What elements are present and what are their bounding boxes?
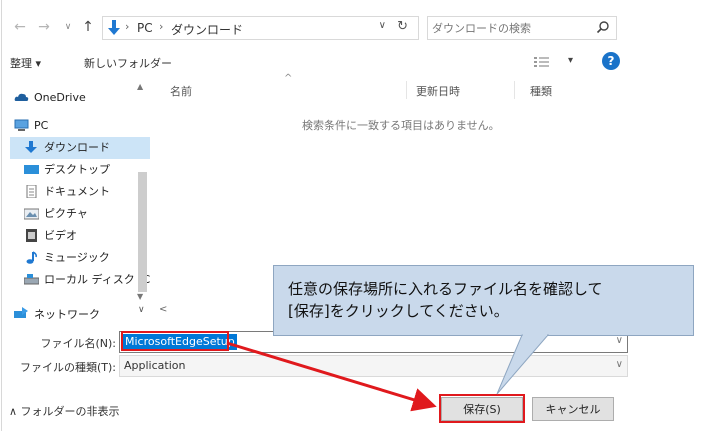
filetype-dropdown-icon[interactable]: ∨ — [616, 359, 623, 370]
column-modified[interactable]: 更新日時 — [416, 83, 460, 99]
music-icon — [26, 251, 37, 264]
scroll-down-icon[interactable]: ▼ — [137, 292, 143, 301]
search-input[interactable] — [432, 20, 587, 37]
up-button[interactable]: ↑ — [80, 18, 96, 36]
filetype-value: Application — [124, 359, 186, 372]
nav-item-pc[interactable]: PC — [10, 115, 150, 137]
disk-icon — [24, 274, 39, 285]
filetype-label: ファイルの種類(T): — [19, 361, 116, 374]
save-button-highlight — [439, 394, 525, 423]
column-type[interactable]: 種類 — [530, 83, 552, 99]
filename-label: ファイル名(N): — [40, 337, 116, 350]
new-folder-button[interactable]: 新しいフォルダー — [84, 55, 172, 71]
filename-highlight — [121, 331, 229, 351]
scroll-left-icon[interactable]: < — [159, 304, 167, 315]
column-name[interactable]: 名前 — [170, 83, 192, 99]
cloud-icon — [14, 93, 29, 101]
search-icon[interactable] — [596, 20, 610, 34]
filetype-select[interactable]: Application ∨ — [119, 355, 628, 377]
nav-item-downloads[interactable]: ダウンロード — [10, 137, 150, 159]
pictures-icon — [24, 208, 39, 220]
nav-pane-scrollbar[interactable]: ▲ ▼ — [135, 82, 150, 302]
address-bar[interactable]: › PC › ダウンロード ∨ ↻ — [102, 16, 419, 40]
address-dropdown-icon[interactable]: ∨ — [379, 20, 386, 31]
nav-item-pictures[interactable]: ピクチャ — [10, 203, 150, 225]
recent-dropdown-icon[interactable]: ∨ — [60, 18, 76, 36]
nav-item-documents[interactable]: ドキュメント — [10, 181, 150, 203]
view-dropdown-icon[interactable]: ▾ — [568, 55, 573, 66]
scroll-thumb[interactable] — [138, 172, 147, 292]
nav-item-local-disk[interactable]: ローカル ディスク (C — [10, 269, 150, 291]
desktop-icon — [24, 165, 39, 174]
computer-icon — [14, 119, 29, 131]
nav-item-music[interactable]: ミュージック — [10, 247, 150, 269]
nav-item-onedrive[interactable]: OneDrive — [10, 87, 150, 109]
callout-line-1: 任意の保存場所に入れるファイル名を確認して — [288, 280, 603, 298]
breadcrumb-downloads[interactable]: ダウンロード — [171, 21, 243, 38]
sort-indicator-icon: ^ — [284, 73, 293, 84]
help-button[interactable]: ? — [602, 52, 620, 70]
nav-item-desktop[interactable]: デスクトップ — [10, 159, 150, 181]
navigation-pane: OneDrive PC ダウンロード デスクトップ ドキュメント ピクチャ ビデ… — [10, 79, 150, 301]
save-as-dialog: ← → ∨ ↑ › PC › ダウンロード ∨ ↻ 整理 ▾ 新しいフォルダー — [1, 0, 628, 431]
file-list-header: 名前 ^ 更新日時 種類 — [152, 73, 628, 101]
cancel-button[interactable]: キャンセル — [532, 397, 614, 421]
video-icon — [26, 229, 37, 242]
view-options-icon[interactable] — [534, 56, 550, 68]
instruction-callout: 任意の保存場所に入れるファイル名を確認して [保存]をクリックしてください。 — [273, 265, 694, 336]
download-arrow-icon — [25, 141, 37, 153]
breadcrumb-separator: › — [125, 20, 130, 33]
column-separator[interactable] — [406, 81, 407, 99]
nav-item-videos[interactable]: ビデオ — [10, 225, 150, 247]
refresh-icon[interactable]: ↻ — [397, 19, 408, 34]
chevron-down-icon[interactable]: ∨ — [138, 305, 145, 315]
hide-folders-toggle[interactable]: ∧ フォルダーの非表示 — [9, 403, 120, 419]
toolbar: 整理 ▾ 新しいフォルダー ▾ ? — [2, 50, 628, 74]
scroll-up-icon[interactable]: ▲ — [137, 82, 143, 91]
breadcrumb-separator: › — [159, 20, 164, 33]
network-icon — [14, 307, 28, 318]
download-arrow-icon — [108, 20, 120, 35]
filename-dropdown-icon[interactable]: ∨ — [616, 335, 623, 346]
callout-line-2: [保存]をクリックしてください。 — [288, 302, 509, 320]
forward-button[interactable]: → — [36, 18, 52, 36]
nav-item-network[interactable]: ネットワーク ∨ — [10, 302, 150, 324]
column-separator[interactable] — [514, 81, 515, 99]
breadcrumb-pc[interactable]: PC — [137, 21, 153, 35]
back-button[interactable]: ← — [12, 18, 28, 36]
document-icon — [26, 185, 37, 198]
empty-list-message: 検索条件に一致する項目はありません。 — [302, 119, 500, 132]
organize-menu[interactable]: 整理 ▾ — [10, 55, 41, 71]
address-row: ← → ∨ ↑ › PC › ダウンロード ∨ ↻ — [2, 14, 628, 44]
search-box[interactable] — [427, 16, 617, 40]
